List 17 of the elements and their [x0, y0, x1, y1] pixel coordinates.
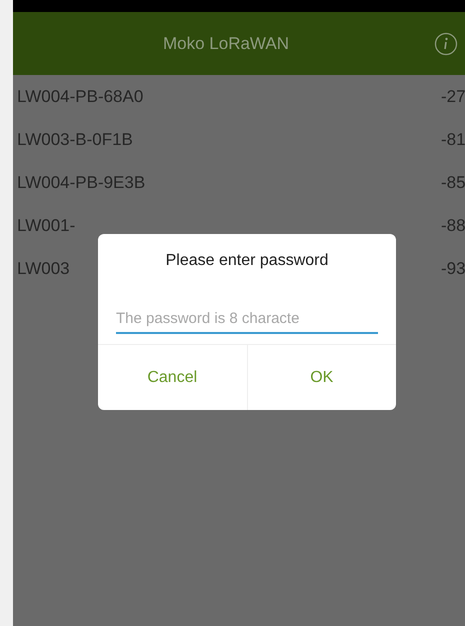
device-rssi: -88	[441, 214, 465, 237]
device-rssi: -81	[441, 128, 465, 151]
dialog-button[interactable]: OK	[246, 345, 396, 410]
password-field[interactable]: The password is 8 characte	[116, 308, 378, 334]
info-icon[interactable]	[434, 32, 458, 56]
header-title: Moko LoRaWAN	[163, 32, 289, 55]
dialog-title: Please enter password	[166, 251, 328, 271]
device-row[interactable]: LW003-B-0F1B -81	[13, 118, 465, 161]
dialog-button[interactable]: Cancel	[98, 345, 246, 410]
device-name: LW004-PB-9E3B	[17, 172, 146, 194]
device-rssi: -85	[441, 172, 465, 194]
device-row[interactable]: LW004-PB-68A0 -27	[13, 75, 465, 118]
device-name: LW001-	[17, 214, 76, 237]
device-name: LW004-PB-68A0	[17, 86, 144, 108]
device-name: LW003-B-0F1B	[17, 128, 133, 151]
device-row[interactable]: LW004-PB-9E3B -85	[13, 161, 465, 204]
device-rssi: -27	[441, 86, 465, 108]
